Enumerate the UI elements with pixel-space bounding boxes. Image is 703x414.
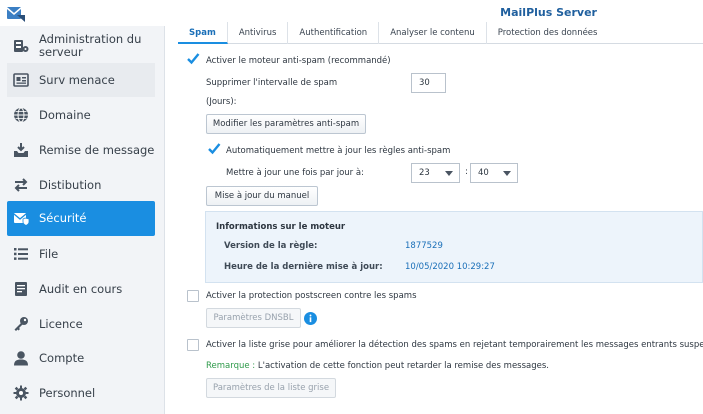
sidebar-item-queue[interactable]: File — [7, 237, 155, 271]
last-update-label: Heure de la dernière mise à jour: — [224, 262, 383, 272]
daily-update-label: Mettre à jour une fois par jour à: — [226, 168, 364, 178]
remark-text: L'activation de cette fonction peut reta… — [257, 361, 549, 371]
postscreen-label: Activer la protection postscreen contre … — [206, 291, 417, 301]
sidebar-item-label: Licence — [39, 316, 83, 331]
sidebar-item-delivery[interactable]: Remise de message — [7, 133, 155, 167]
sidebar-item-label: File — [39, 246, 59, 261]
sidebar-item-label: Remise de message — [39, 142, 155, 157]
tab-authentication[interactable]: Authentification — [288, 22, 380, 44]
sidebar-item-label: Administration du serveur — [39, 32, 142, 59]
checkmark-icon — [208, 143, 221, 155]
auto-update-label: Automatiquement mettre à jour les règles… — [226, 146, 451, 156]
chevron-down-icon — [445, 171, 453, 176]
sidebar-item-audit[interactable]: Audit en cours — [7, 272, 155, 306]
sidebar-item-label: Domaine — [39, 107, 91, 122]
greylist-settings-button[interactable]: Paramètres de la liste grise — [206, 378, 336, 398]
time-separator: : — [465, 167, 468, 177]
rule-version-label: Version de la règle: — [224, 241, 318, 251]
enable-antispam-label: Activer le moteur anti-spam (recommandé) — [206, 56, 391, 66]
server-admin-icon — [12, 37, 30, 55]
sidebar-item-label: Distibution — [39, 177, 102, 192]
update-minute-select[interactable]: 40 — [470, 163, 518, 183]
sidebar-item-domain[interactable]: Domaine — [7, 98, 155, 132]
update-hour-value: 23 — [419, 168, 430, 178]
info-icon[interactable] — [304, 312, 317, 325]
greylist-remark: Remarque : L'activation de cette fonctio… — [206, 361, 549, 371]
purge-interval-label-unit: (Jours): — [206, 97, 237, 107]
inbox-delivery-icon — [12, 141, 30, 159]
sidebar-item-server-admin[interactable]: Administration du serveur — [7, 30, 155, 62]
greylist-checkbox[interactable] — [187, 339, 199, 351]
sidebar-item-label: Audit en cours — [39, 281, 123, 296]
update-minute-value: 40 — [478, 168, 489, 178]
tab-antivirus[interactable]: Antivirus — [228, 22, 289, 44]
user-icon — [12, 349, 30, 367]
last-update-value: 10/05/2020 10:29:27 — [405, 262, 495, 272]
dnsbl-settings-button[interactable]: Paramètres DNSBL — [206, 308, 301, 328]
engine-info-panel: Informations sur le moteur Version de la… — [205, 211, 703, 283]
list-icon — [12, 245, 30, 263]
sidebar-item-label: Personnel — [39, 385, 96, 400]
sidebar-item-distribution[interactable]: Distibution — [7, 168, 155, 202]
sidebar-item-account[interactable]: Compte — [7, 341, 155, 375]
engine-info-title: Informations sur le moteur — [216, 222, 346, 232]
auto-update-checkbox[interactable] — [208, 143, 221, 157]
greylist-label: Activer la liste grise pour améliorer la… — [206, 340, 703, 350]
rule-version-value: 1877529 — [405, 241, 443, 251]
audit-doc-icon — [12, 280, 30, 298]
enable-antispam-checkbox[interactable] — [187, 53, 200, 67]
mailplus-logo-icon — [6, 7, 25, 22]
chevron-down-icon — [503, 171, 511, 176]
sidebar-item-label: Compte — [39, 350, 85, 365]
postscreen-checkbox[interactable] — [187, 290, 199, 302]
tab-bar: Spam Antivirus Authentification Analyser… — [178, 22, 703, 44]
arrows-exchange-icon — [12, 176, 30, 194]
purge-interval-label: Supprimer l'intervalle de spam — [206, 78, 338, 88]
sidebar-item-security[interactable]: Sécurité — [7, 201, 155, 236]
sidebar: Administration du serveur Surv menace Do… — [0, 26, 165, 414]
globe-icon — [12, 106, 30, 124]
tab-content-scan[interactable]: Analyser le contenu — [379, 22, 487, 44]
app-title: MailPlus Server — [500, 6, 597, 19]
checkmark-icon — [187, 53, 200, 65]
sidebar-item-personal[interactable]: Personnel — [7, 376, 155, 410]
manual-update-button[interactable]: Mise à jour du manuel — [206, 186, 318, 206]
tab-data-protection[interactable]: Protection des données — [487, 22, 609, 44]
sidebar-item-license[interactable]: Licence — [7, 307, 155, 341]
sidebar-item-threat-monitor[interactable]: Surv menace — [7, 63, 155, 97]
sidebar-item-label: Sécurité — [39, 211, 87, 225]
tab-spam[interactable]: Spam — [178, 22, 228, 44]
remark-label: Remarque : — [206, 361, 256, 371]
update-hour-select[interactable]: 23 — [411, 163, 460, 183]
security-mail-icon — [12, 210, 30, 228]
modify-antispam-settings-button[interactable]: Modifier les paramètres anti-spam — [206, 114, 366, 134]
key-icon — [12, 315, 30, 333]
gear-icon — [12, 384, 30, 402]
threat-monitor-icon — [12, 71, 30, 89]
purge-interval-input[interactable]: 30 — [411, 73, 446, 93]
sidebar-item-label: Surv menace — [39, 72, 115, 87]
